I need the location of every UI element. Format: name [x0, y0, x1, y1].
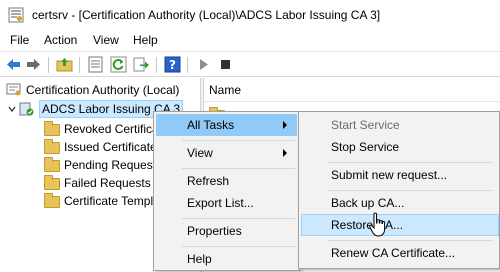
- certificate-authority-icon: [6, 83, 21, 96]
- menu-separator: [182, 246, 295, 247]
- menu-separator: [327, 240, 493, 241]
- tree-folder-label: Issued Certificates: [64, 140, 163, 154]
- chevron-right-icon: [283, 149, 287, 157]
- menu-file[interactable]: File: [10, 33, 29, 47]
- sub-back-up-ca-label: Back up CA...: [331, 196, 405, 210]
- folder-icon: [44, 157, 60, 172]
- play-icon[interactable]: [195, 56, 212, 73]
- ctx-properties-label: Properties: [187, 224, 242, 238]
- stop-icon[interactable]: [217, 56, 234, 73]
- menu-separator: [327, 190, 493, 191]
- tree-root-label: Certification Authority (Local): [26, 83, 180, 97]
- ctx-all-tasks-label: All Tasks: [187, 118, 235, 132]
- ctx-export-list[interactable]: Export List...: [156, 192, 297, 214]
- sub-back-up-ca[interactable]: Back up CA...: [301, 192, 499, 214]
- refresh-icon[interactable]: [110, 56, 127, 73]
- certsrv-app-icon: [8, 7, 24, 23]
- ctx-refresh[interactable]: Refresh: [156, 170, 297, 192]
- sub-restore-ca[interactable]: Restore CA...: [301, 214, 499, 236]
- properties-icon[interactable]: [87, 56, 104, 73]
- chevron-right-icon: [283, 121, 287, 129]
- folder-icon: [44, 175, 60, 190]
- menu-separator: [182, 168, 295, 169]
- all-tasks-submenu: Start Service Stop Service Submit new re…: [298, 111, 500, 269]
- up-folder-icon[interactable]: [56, 56, 73, 73]
- context-menu: All Tasks View Refresh Export List... Pr…: [153, 111, 300, 271]
- tree-item-root[interactable]: Certification Authority (Local): [4, 81, 200, 99]
- menu-separator: [327, 162, 493, 163]
- back-arrow-icon[interactable]: [5, 56, 22, 73]
- sub-submit-request-label: Submit new request...: [331, 168, 448, 182]
- sub-renew-ca-certificate[interactable]: Renew CA Certificate...: [301, 242, 499, 264]
- svg-text:?: ?: [169, 58, 176, 72]
- tree-folder-label: Failed Requests: [64, 176, 151, 190]
- menu-view[interactable]: View: [93, 33, 119, 47]
- menu-bar: File Action View Help: [0, 30, 500, 50]
- tree-folder-label: Pending Requests: [64, 158, 163, 172]
- toolbar-separator: [48, 57, 49, 73]
- sub-stop-service-label: Stop Service: [331, 140, 400, 154]
- folder-icon: [44, 139, 60, 154]
- ctx-help[interactable]: Help: [156, 248, 297, 270]
- sub-submit-request[interactable]: Submit new request...: [301, 164, 499, 186]
- ctx-help-label: Help: [187, 252, 212, 266]
- forward-arrow-icon[interactable]: [25, 56, 42, 73]
- toolbar-separator: [187, 57, 188, 73]
- menu-help[interactable]: Help: [133, 33, 158, 47]
- title-bar: certsrv - [Certification Authority (Loca…: [0, 0, 500, 30]
- ctx-export-list-label: Export List...: [187, 196, 254, 210]
- ctx-view-label: View: [187, 146, 213, 160]
- sub-start-service[interactable]: Start Service: [301, 114, 499, 136]
- folder-icon: [44, 193, 60, 208]
- ctx-properties[interactable]: Properties: [156, 220, 297, 242]
- sub-renew-ca-certificate-label: Renew CA Certificate...: [331, 246, 456, 260]
- ctx-view[interactable]: View: [156, 142, 297, 164]
- toolbar-separator: [156, 57, 157, 73]
- help-icon[interactable]: ?: [164, 56, 181, 73]
- ctx-all-tasks[interactable]: All Tasks: [156, 114, 297, 136]
- folder-icon: [44, 121, 60, 136]
- menu-separator: [182, 218, 295, 219]
- ca-server-icon: [19, 102, 34, 116]
- toolbar: ?: [0, 51, 500, 77]
- menu-separator: [182, 140, 295, 141]
- sub-start-service-label: Start Service: [331, 118, 400, 132]
- chevron-down-icon[interactable]: [8, 105, 16, 113]
- export-list-icon[interactable]: [133, 56, 150, 73]
- toolbar-separator: [79, 57, 80, 73]
- column-header[interactable]: Name: [204, 78, 500, 102]
- menu-action[interactable]: Action: [44, 33, 77, 47]
- sub-stop-service[interactable]: Stop Service: [301, 136, 499, 158]
- column-header-name: Name: [209, 83, 242, 97]
- hand-pointer-cursor-icon: [369, 212, 386, 237]
- ctx-refresh-label: Refresh: [187, 174, 230, 188]
- window-title: certsrv - [Certification Authority (Loca…: [32, 8, 381, 22]
